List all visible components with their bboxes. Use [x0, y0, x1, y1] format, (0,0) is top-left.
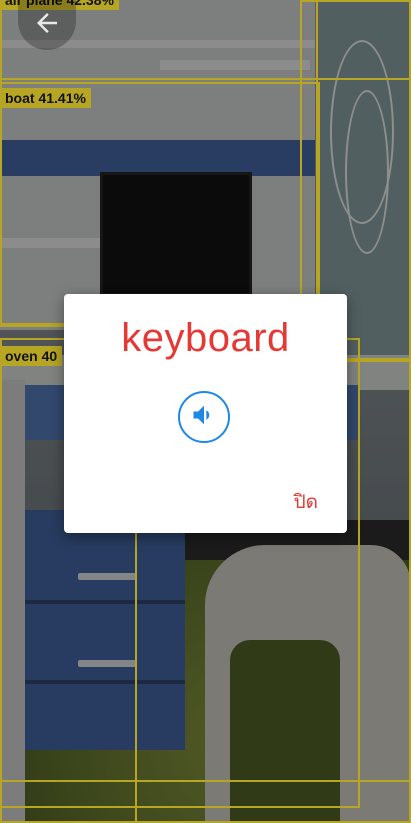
close-button[interactable]: ปิด [294, 487, 318, 517]
speak-button[interactable] [178, 391, 230, 443]
detection-box [0, 780, 411, 823]
back-arrow-icon [32, 8, 62, 43]
detection-label-oven: oven 40 [0, 346, 63, 366]
detection-label-boat: boat 41.41% [0, 88, 91, 108]
word-dialog: keyboard ปิด [64, 294, 347, 533]
detection-box-boat [0, 82, 320, 327]
speaker-icon [190, 401, 218, 434]
detected-word: keyboard [121, 316, 290, 360]
